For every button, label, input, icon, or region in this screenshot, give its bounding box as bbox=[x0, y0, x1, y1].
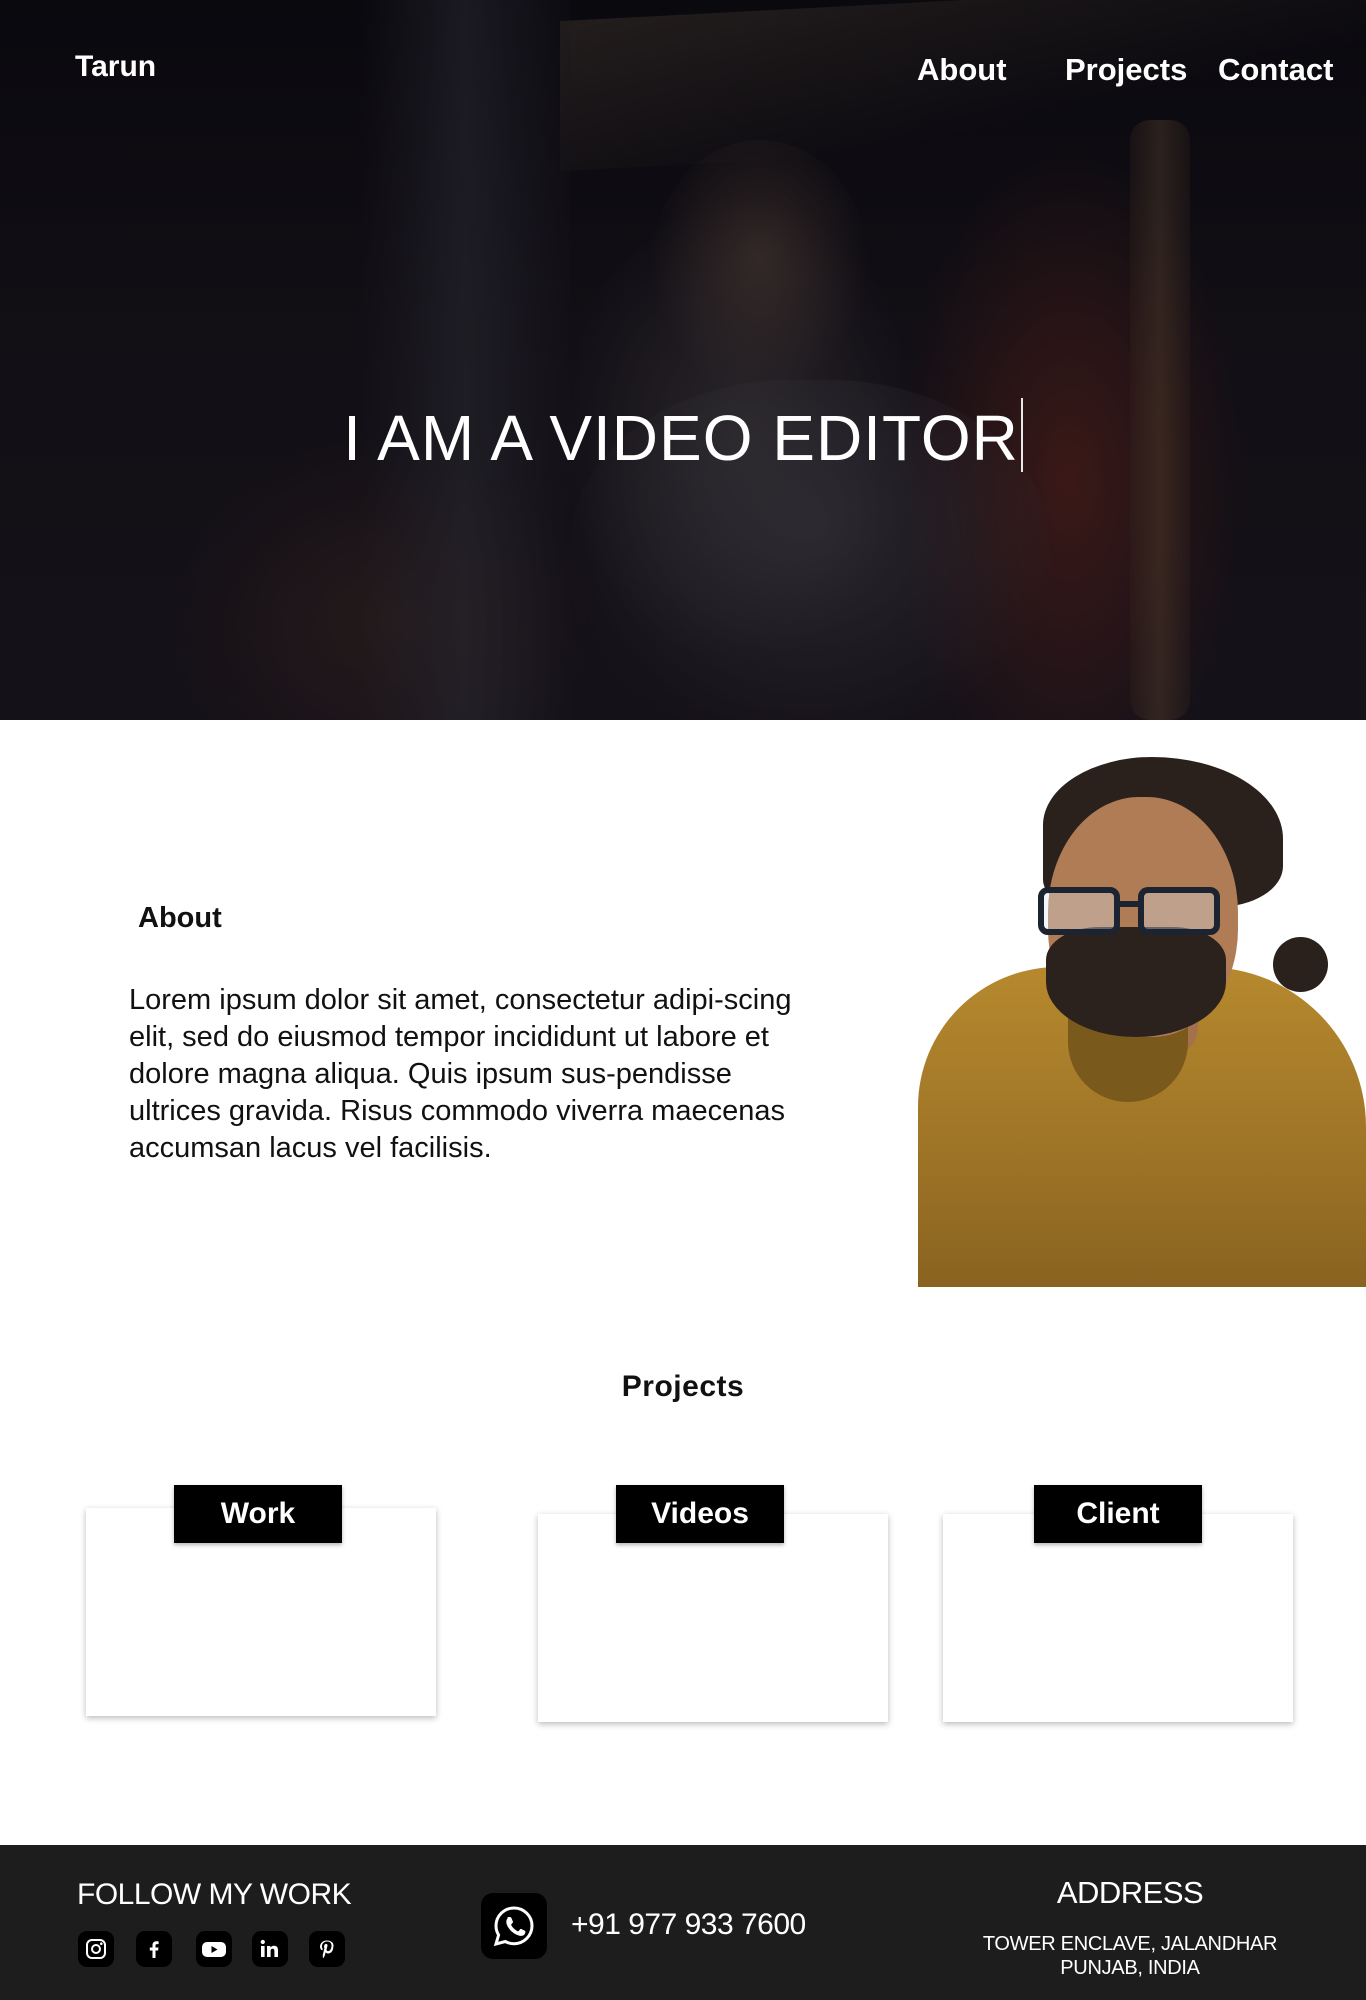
linkedin-icon[interactable] bbox=[252, 1931, 288, 1967]
instagram-icon[interactable] bbox=[78, 1931, 114, 1967]
portrait-glasses-lens-right bbox=[1138, 887, 1220, 935]
projects-heading: Projects bbox=[621, 1370, 745, 1403]
portrait-beard bbox=[1046, 927, 1226, 1037]
project-tag-videos[interactable]: Videos bbox=[616, 1485, 784, 1543]
portrait-glasses-lens-left bbox=[1038, 887, 1120, 935]
portrait-glasses-bridge bbox=[1118, 901, 1140, 907]
portrait-photo bbox=[918, 757, 1366, 1287]
about-text: Lorem ipsum dolor sit amet, consectetur … bbox=[129, 984, 792, 1164]
youtube-icon[interactable] bbox=[196, 1931, 232, 1967]
about-heading: About bbox=[138, 902, 222, 934]
nav-about[interactable]: About bbox=[917, 52, 1007, 88]
nav-contact[interactable]: Contact bbox=[1218, 52, 1333, 88]
address-line-1: TOWER ENCLAVE, JALANDHAR bbox=[982, 1933, 1278, 1955]
address-title: ADDRESS bbox=[1056, 1875, 1204, 1910]
project-tag-work[interactable]: Work bbox=[174, 1485, 342, 1543]
follow-my-work-label: FOLLOW MY WORK bbox=[77, 1878, 352, 1911]
hero-headline-text: I AM A VIDEO EDITOR bbox=[343, 402, 1019, 474]
hero-headline: I AM A VIDEO EDITOR bbox=[0, 398, 1366, 475]
whatsapp-icon[interactable] bbox=[481, 1893, 547, 1959]
pinterest-icon[interactable] bbox=[309, 1931, 345, 1967]
portrait-glasses bbox=[1038, 887, 1228, 937]
hero-dark-overlay bbox=[0, 0, 1366, 720]
hero-section: Tarun About Projects Contact I AM A VIDE… bbox=[0, 0, 1366, 720]
project-card-videos[interactable] bbox=[538, 1514, 888, 1722]
project-card-client[interactable] bbox=[943, 1514, 1293, 1722]
facebook-icon[interactable] bbox=[136, 1931, 172, 1967]
portrait-hair-bun bbox=[1273, 937, 1328, 992]
address-line-2: PUNJAB, INDIA bbox=[1060, 1957, 1200, 1979]
footer: FOLLOW MY WORK +91 977 933 7600 ADDRESS … bbox=[0, 1845, 1366, 2000]
typing-caret bbox=[1020, 398, 1023, 472]
project-tag-client[interactable]: Client bbox=[1034, 1485, 1202, 1543]
nav-projects[interactable]: Projects bbox=[1065, 52, 1187, 88]
phone-number-link[interactable]: +91 977 933 7600 bbox=[571, 1908, 806, 1942]
brand-logo[interactable]: Tarun bbox=[75, 50, 156, 84]
